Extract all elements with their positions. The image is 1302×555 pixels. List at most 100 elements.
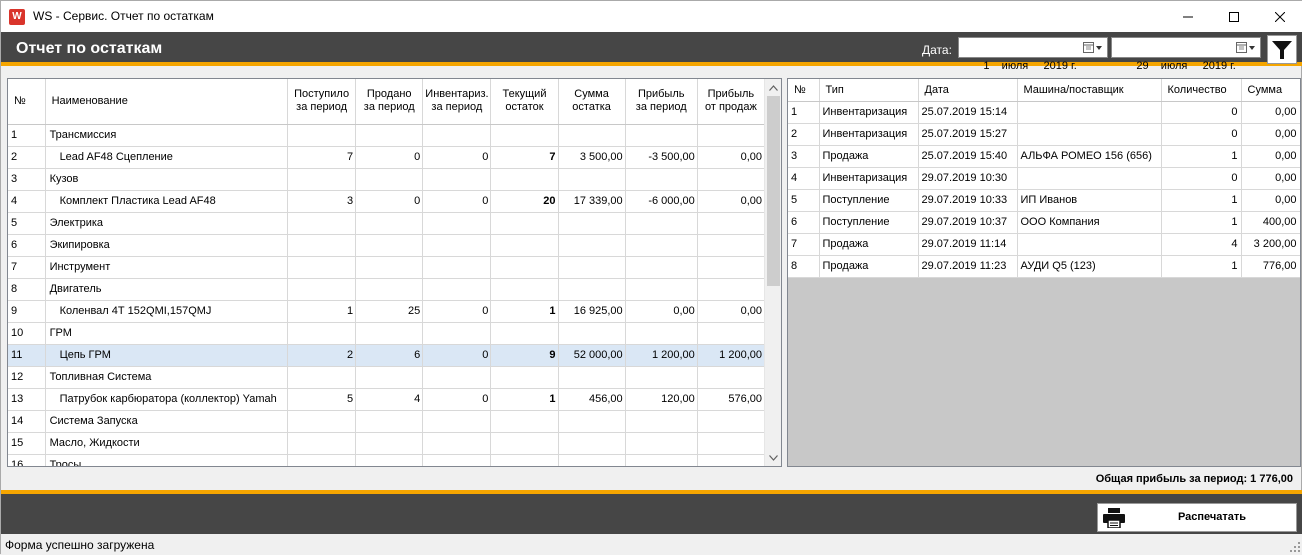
cell-inv bbox=[422, 168, 492, 191]
cell-sold bbox=[355, 410, 424, 433]
column-header[interactable]: Сумма остатка bbox=[558, 79, 626, 125]
date-from-picker[interactable]: 1 июля 2019 г. bbox=[958, 37, 1108, 72]
table-row[interactable]: 8 Двигатель bbox=[8, 278, 766, 301]
table-row[interactable]: 2 Инвентаризация 25.07.2019 15:27 0 0,00 bbox=[788, 123, 1300, 146]
cell-profit bbox=[625, 124, 698, 147]
cell-qty: 1 bbox=[1161, 255, 1242, 278]
cell-qty: 0 bbox=[1161, 167, 1242, 190]
cell-date: 29.07.2019 10:37 bbox=[918, 211, 1018, 234]
cell-cur bbox=[490, 234, 559, 257]
cell-date: 29.07.2019 10:33 bbox=[918, 189, 1018, 212]
calendar-dropdown-icon[interactable] bbox=[1236, 41, 1256, 54]
table-row[interactable]: 1 Инвентаризация 25.07.2019 15:14 0 0,00 bbox=[788, 101, 1300, 124]
table-row[interactable]: 4 Комплект Пластика Lead AF48 3 0 0 20 17 339,… bbox=[8, 190, 766, 213]
table-row[interactable]: 5 Поступление 29.07.2019 10:33 ИП Иванов 1 0,… bbox=[788, 189, 1300, 212]
cell-type: Поступление bbox=[819, 189, 919, 212]
table-row[interactable]: 7 Продажа 29.07.2019 11:14 4 3 200,00 bbox=[788, 233, 1300, 256]
table-row[interactable]: 14 Система Запуска bbox=[8, 410, 766, 433]
column-header[interactable]: Дата bbox=[918, 79, 1018, 102]
movements-table[interactable]: № Тип Дата Машина/поставщик Количество Сумма … bbox=[787, 78, 1301, 467]
stock-table-header: № Наименование Поступило за период Продано за… bbox=[8, 79, 766, 125]
table-row[interactable]: 11 Цепь ГРМ 2 6 0 9 52 000,00 1 200,00 1 200,00 bbox=[8, 344, 766, 367]
filter-button[interactable] bbox=[1267, 35, 1297, 64]
table-row[interactable]: 9 Коленвал 4Т 152QMI,157QMJ 1 25 0 1 16 925,00… bbox=[8, 300, 766, 323]
table-row[interactable]: 16 Тросы bbox=[8, 454, 766, 466]
cell-sold bbox=[355, 432, 424, 455]
column-header[interactable]: Текущий остаток bbox=[490, 79, 559, 125]
cell-sales-profit bbox=[697, 454, 766, 466]
column-header[interactable]: Машина/поставщик bbox=[1017, 79, 1162, 102]
table-row[interactable]: 3 Кузов bbox=[8, 168, 766, 191]
table-row[interactable]: 15 Масло, Жидкости bbox=[8, 432, 766, 455]
column-header[interactable]: № bbox=[788, 79, 820, 102]
column-header[interactable]: Прибыль от продаж bbox=[697, 79, 766, 125]
scroll-down-icon[interactable] bbox=[765, 449, 781, 466]
cell-profit bbox=[625, 366, 698, 389]
item-name: Кузов bbox=[45, 168, 289, 191]
column-header[interactable]: Наименование bbox=[45, 79, 289, 125]
cell-sum: 3 500,00 bbox=[558, 146, 626, 169]
table-row[interactable]: 6 Поступление 29.07.2019 10:37 ООО Компания… bbox=[788, 211, 1300, 234]
cell-sum: 400,00 bbox=[1241, 211, 1300, 234]
print-button[interactable]: Распечатать bbox=[1097, 503, 1297, 532]
item-name: Электрика bbox=[45, 212, 289, 235]
column-header[interactable]: Инвентариз. за период bbox=[422, 79, 492, 125]
table-row[interactable]: 8 Продажа 29.07.2019 11:23 АУДИ Q5 (123) 1 77… bbox=[788, 255, 1300, 278]
cell-inv bbox=[422, 256, 492, 279]
column-header[interactable]: Количество bbox=[1161, 79, 1242, 102]
row-number: 5 bbox=[8, 212, 46, 235]
row-number: 12 bbox=[8, 366, 46, 389]
cell-sold bbox=[355, 454, 424, 466]
title-bar: W WS - Сервис. Отчет по остаткам bbox=[1, 1, 1302, 32]
item-name: Коленвал 4Т 152QMI,157QMJ bbox=[45, 300, 289, 323]
scroll-up-icon[interactable] bbox=[765, 79, 781, 96]
table-row[interactable]: 2 Lead AF48 Сцепление 7 0 0 7 3 500,00 -3 500,0… bbox=[8, 146, 766, 169]
table-row[interactable]: 12 Топливная Система bbox=[8, 366, 766, 389]
item-name: Цепь ГРМ bbox=[45, 344, 289, 367]
cell-party bbox=[1017, 167, 1162, 190]
item-name: Экипировка bbox=[45, 234, 289, 257]
table-row[interactable]: 13 Патрубок карбюратора (коллектор) Yamah… bbox=[8, 388, 766, 411]
table-row[interactable]: 7 Инструмент bbox=[8, 256, 766, 279]
table-row[interactable]: 10 ГРМ bbox=[8, 322, 766, 345]
column-header[interactable]: Тип bbox=[819, 79, 919, 102]
cell-sum: 3 200,00 bbox=[1241, 233, 1300, 256]
calendar-dropdown-icon[interactable] bbox=[1083, 41, 1103, 54]
table-row[interactable]: 4 Инвентаризация 29.07.2019 10:30 0 0,00 bbox=[788, 167, 1300, 190]
header-band: Отчет по остаткам Дата: 1 июля 2019 г. 2… bbox=[1, 32, 1302, 72]
cell-sum bbox=[558, 432, 626, 455]
item-name: Система Запуска bbox=[45, 410, 289, 433]
cell-qty: 1 bbox=[1161, 189, 1242, 212]
table-row[interactable]: 1 Трансмиссия bbox=[8, 124, 766, 147]
app-window: W WS - Сервис. Отчет по остаткам Отчет п… bbox=[0, 0, 1302, 555]
close-button[interactable] bbox=[1257, 1, 1302, 32]
item-name: Масло, Жидкости bbox=[45, 432, 289, 455]
column-header[interactable]: Поступило за период bbox=[287, 79, 357, 125]
table-row[interactable]: 3 Продажа 25.07.2019 15:40 АЛЬФА РОМЕО 156 … bbox=[788, 145, 1300, 168]
minimize-button[interactable] bbox=[1165, 1, 1211, 32]
row-number: 10 bbox=[8, 322, 46, 345]
cell-qty: 1 bbox=[1161, 211, 1242, 234]
column-header[interactable]: Сумма bbox=[1241, 79, 1300, 102]
stock-table[interactable]: № Наименование Поступило за период Продано за… bbox=[7, 78, 782, 467]
cell-sales-profit: 0,00 bbox=[697, 300, 766, 323]
column-header[interactable]: Прибыль за период bbox=[625, 79, 698, 125]
vertical-scrollbar[interactable] bbox=[764, 79, 781, 466]
total-profit: Общая прибыль за период: 1 776,00 bbox=[1095, 473, 1293, 485]
column-header[interactable]: № bbox=[8, 79, 46, 125]
date-to-picker[interactable]: 29 июля 2019 г. bbox=[1111, 37, 1261, 72]
cell-profit bbox=[625, 322, 698, 345]
cell-sales-profit bbox=[697, 366, 766, 389]
table-row[interactable]: 6 Экипировка bbox=[8, 234, 766, 257]
maximize-button[interactable] bbox=[1211, 1, 1257, 32]
resize-grip-icon[interactable] bbox=[1289, 541, 1301, 553]
cell-inv: 0 bbox=[422, 344, 492, 367]
movements-table-header: № Тип Дата Машина/поставщик Количество Сумма bbox=[788, 79, 1300, 102]
date-to-value: 29 июля 2019 г. bbox=[1136, 60, 1236, 72]
cell-type: Продажа bbox=[819, 255, 919, 278]
column-header[interactable]: Продано за период bbox=[355, 79, 424, 125]
cell-sales-profit bbox=[697, 278, 766, 301]
scrollbar-thumb[interactable] bbox=[767, 96, 780, 286]
table-row[interactable]: 5 Электрика bbox=[8, 212, 766, 235]
window-title: WS - Сервис. Отчет по остаткам bbox=[33, 9, 214, 23]
